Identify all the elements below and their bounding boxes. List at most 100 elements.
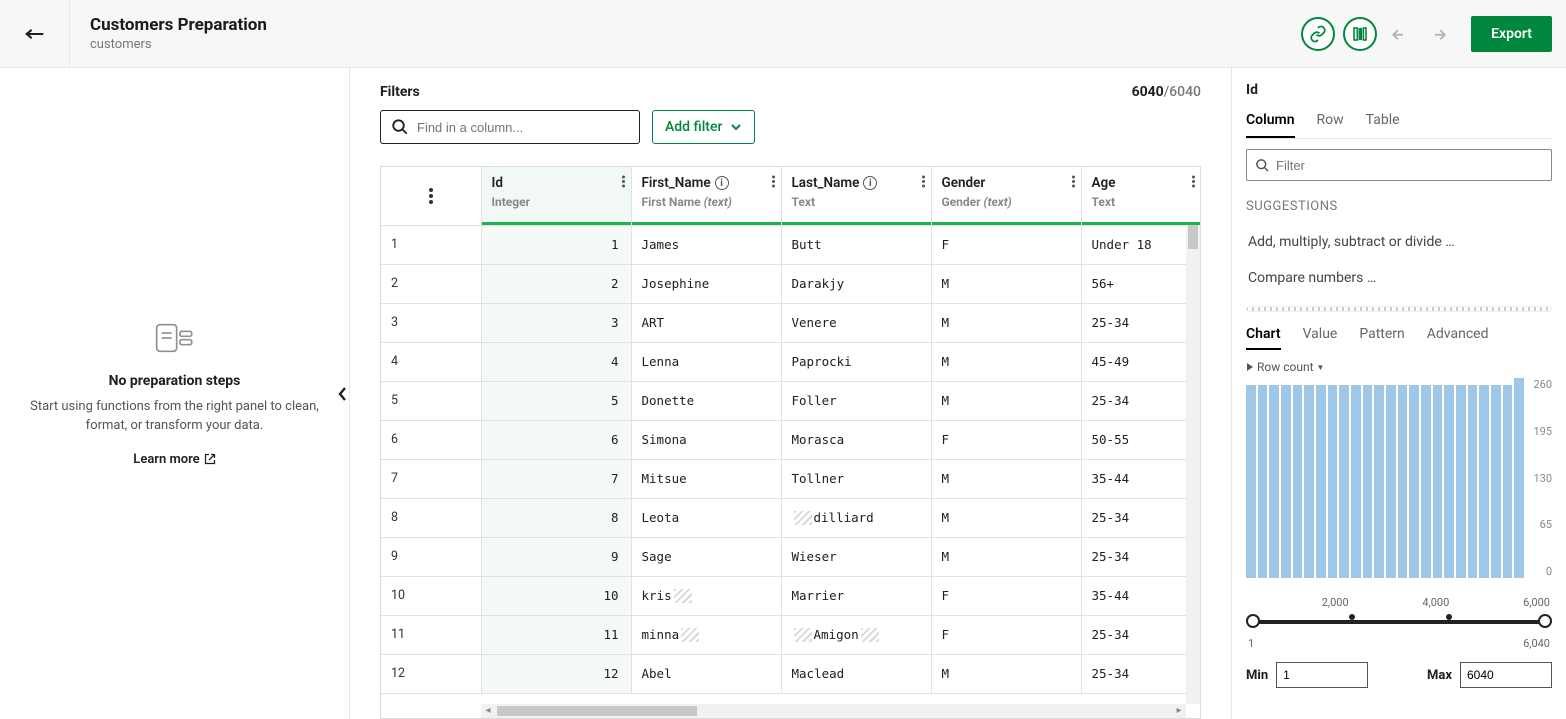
scroll-right-icon[interactable]: ▸: [1173, 705, 1185, 717]
column-header[interactable]: First_NameiFirst Name (text): [631, 167, 781, 225]
table-cell[interactable]: Lenna: [631, 342, 781, 381]
vertical-scrollbar[interactable]: [1186, 225, 1200, 704]
table-cell[interactable]: 56+: [1081, 264, 1201, 303]
table-cell[interactable]: 25-34: [1081, 381, 1201, 420]
table-cell[interactable]: Abel: [631, 654, 781, 693]
table-cell[interactable]: 25-34: [1081, 537, 1201, 576]
table-cell[interactable]: F: [931, 420, 1081, 459]
column-header[interactable]: Last_NameiText: [781, 167, 931, 225]
histogram-bar[interactable]: [1363, 385, 1373, 578]
table-cell[interactable]: Darakjy: [781, 264, 931, 303]
histogram-bar[interactable]: [1293, 385, 1303, 578]
table-cell[interactable]: M: [931, 459, 1081, 498]
table-cell[interactable]: 1: [481, 225, 631, 264]
table-cell[interactable]: M: [931, 498, 1081, 537]
table-cell[interactable]: 10: [381, 576, 481, 615]
table-cell[interactable]: 6: [481, 420, 631, 459]
collapse-left-panel-button[interactable]: [336, 379, 350, 409]
table-cell[interactable]: 2: [481, 264, 631, 303]
histogram-bar[interactable]: [1503, 385, 1513, 578]
table-cell[interactable]: 35-44: [1081, 576, 1201, 615]
histogram-bar[interactable]: [1339, 385, 1349, 578]
table-cell[interactable]: M: [931, 264, 1081, 303]
table-row[interactable]: 33ARTVenereM25-34: [381, 303, 1201, 342]
table-cell[interactable]: 9: [381, 537, 481, 576]
scrollbar-thumb[interactable]: [497, 706, 697, 716]
table-cell[interactable]: Butt: [781, 225, 931, 264]
suggestion-item[interactable]: Add, multiply, subtract or divide …: [1246, 224, 1552, 260]
scroll-left-icon[interactable]: ◂: [482, 705, 494, 717]
table-cell[interactable]: 35-44: [1081, 459, 1201, 498]
table-cell[interactable]: 1: [381, 225, 481, 264]
column-menu-button[interactable]: [772, 175, 775, 192]
right-panel-filter[interactable]: [1246, 149, 1552, 181]
table-cell[interactable]: Paprocki: [781, 342, 931, 381]
table-cell[interactable]: F: [931, 576, 1081, 615]
scrollbar-thumb[interactable]: [1188, 225, 1198, 249]
table-row[interactable]: 66SimonaMorascaF50-55: [381, 420, 1201, 459]
profile-tab[interactable]: Pattern: [1359, 326, 1404, 350]
histogram-bar[interactable]: [1246, 385, 1256, 578]
redo-button[interactable]: [1423, 19, 1453, 49]
histogram-bar[interactable]: [1316, 385, 1326, 578]
profile-tab[interactable]: Value: [1303, 326, 1338, 350]
table-cell[interactable]: Amigon: [781, 615, 931, 654]
table-row[interactable]: 77MitsueTollnerM35-44: [381, 459, 1201, 498]
slider-handle-min[interactable]: [1246, 614, 1260, 628]
table-cell[interactable]: 25-34: [1081, 654, 1201, 693]
max-input[interactable]: [1460, 662, 1552, 688]
table-cell[interactable]: F: [931, 225, 1081, 264]
table-row[interactable]: 1111minnaAmigonF25-34: [381, 615, 1201, 654]
back-button[interactable]: [0, 0, 70, 68]
table-cell[interactable]: 7: [381, 459, 481, 498]
histogram-chart[interactable]: 260195130650: [1246, 378, 1552, 578]
table-cell[interactable]: Maclead: [781, 654, 931, 693]
table-row[interactable]: 22JosephineDarakjyM56+: [381, 264, 1201, 303]
table-cell[interactable]: M: [931, 654, 1081, 693]
histogram-bar[interactable]: [1468, 385, 1478, 578]
right-panel-tab[interactable]: Table: [1366, 112, 1400, 138]
table-cell[interactable]: 2: [381, 264, 481, 303]
table-cell[interactable]: dilliard: [781, 498, 931, 537]
table-cell[interactable]: M: [931, 342, 1081, 381]
table-cell[interactable]: 6: [381, 420, 481, 459]
table-cell[interactable]: 25-34: [1081, 615, 1201, 654]
table-row[interactable]: 44LennaPaprockiM45-49: [381, 342, 1201, 381]
table-cell[interactable]: Sage: [631, 537, 781, 576]
histogram-bar[interactable]: [1479, 385, 1489, 578]
min-input[interactable]: [1276, 662, 1368, 688]
column-header[interactable]: AgeText: [1081, 167, 1201, 225]
table-row[interactable]: 88LeotadilliardM25-34: [381, 498, 1201, 537]
table-cell[interactable]: 10: [481, 576, 631, 615]
histogram-bar[interactable]: [1304, 385, 1314, 578]
column-menu-button[interactable]: [622, 175, 625, 192]
table-row[interactable]: 99SageWieserM25-34: [381, 537, 1201, 576]
histogram-bar[interactable]: [1433, 385, 1443, 578]
histogram-bar[interactable]: [1374, 385, 1384, 578]
table-cell[interactable]: Mitsue: [631, 459, 781, 498]
table-cell[interactable]: 8: [381, 498, 481, 537]
table-cell[interactable]: Simona: [631, 420, 781, 459]
histogram-bar[interactable]: [1328, 385, 1338, 578]
range-slider[interactable]: [1252, 615, 1546, 629]
table-row[interactable]: 11JamesButtFUnder 18: [381, 225, 1201, 264]
undo-button[interactable]: [1385, 19, 1415, 49]
right-panel-tab[interactable]: Row: [1317, 112, 1344, 138]
horizontal-scrollbar[interactable]: ◂ ▸: [481, 704, 1186, 718]
columns-button[interactable]: [1343, 17, 1377, 51]
table-cell[interactable]: 12: [481, 654, 631, 693]
histogram-bar[interactable]: [1456, 385, 1466, 578]
table-row[interactable]: 1010krisMarrierF35-44: [381, 576, 1201, 615]
histogram-bar[interactable]: [1409, 385, 1419, 578]
row-number-header[interactable]: [381, 167, 481, 225]
table-cell[interactable]: Venere: [781, 303, 931, 342]
right-panel-filter-input[interactable]: [1276, 158, 1543, 173]
slider-handle-max[interactable]: [1538, 614, 1552, 628]
histogram-bar[interactable]: [1386, 385, 1396, 578]
table-cell[interactable]: 4: [381, 342, 481, 381]
column-search-input[interactable]: [417, 120, 629, 135]
table-row[interactable]: 55DonetteFollerM25-34: [381, 381, 1201, 420]
table-cell[interactable]: 7: [481, 459, 631, 498]
table-cell[interactable]: Marrier: [781, 576, 931, 615]
table-cell[interactable]: 9: [481, 537, 631, 576]
